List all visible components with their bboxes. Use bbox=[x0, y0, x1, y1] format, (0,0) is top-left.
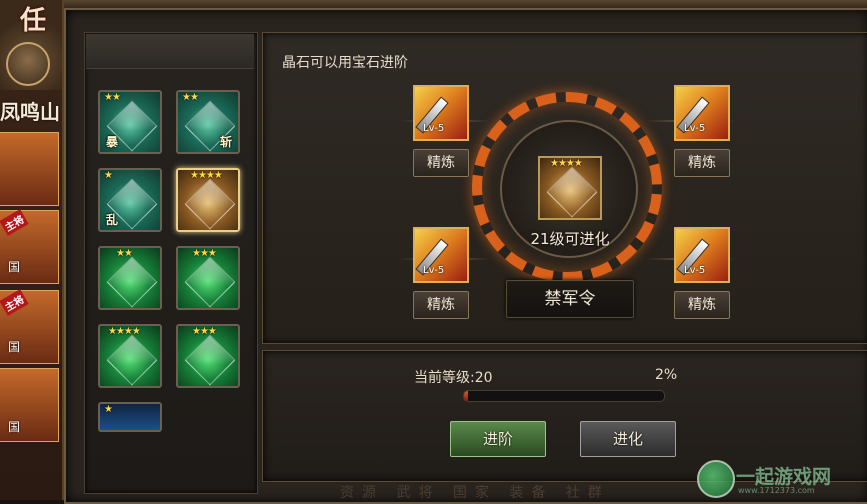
gem-slot-4[interactable]: ★★★★ bbox=[176, 168, 240, 232]
evolve-button[interactable]: 进化 bbox=[580, 421, 676, 457]
hero-card-1[interactable] bbox=[0, 132, 59, 206]
gem-stars: ★ bbox=[104, 170, 113, 181]
equip-level: Lv-5 bbox=[423, 265, 445, 276]
equip-slot-top-left[interactable]: Lv-5 bbox=[413, 85, 469, 141]
gem-slot-6[interactable]: ★★★ bbox=[176, 246, 240, 310]
progress-fill bbox=[464, 391, 468, 401]
equip-slot-top-right[interactable]: Lv-5 bbox=[674, 85, 730, 141]
gem-stars: ★★★★ bbox=[550, 158, 583, 169]
gem-icon bbox=[184, 178, 236, 230]
gem-slot-2[interactable]: ★★ 斩 bbox=[176, 90, 240, 154]
gem-slot-1[interactable]: ★★ 暴 bbox=[98, 90, 162, 154]
gem-stars: ★★★ bbox=[192, 326, 217, 337]
gem-stars: ★★★ bbox=[192, 248, 217, 259]
center-gem-slot[interactable]: ★★★★ bbox=[538, 156, 602, 220]
equip-level: Lv-5 bbox=[423, 123, 445, 134]
equip-slot-bottom-right[interactable]: Lv-5 bbox=[674, 227, 730, 283]
gem-inventory-header bbox=[86, 34, 254, 69]
refine-button-bottom-right[interactable]: 精炼 bbox=[674, 291, 730, 319]
gem-slot-3[interactable]: ★ 乱 bbox=[98, 168, 162, 232]
gem-icon bbox=[184, 334, 236, 386]
gem-type: 乱 bbox=[106, 213, 119, 227]
gem-icon bbox=[546, 166, 598, 218]
gem-icon bbox=[106, 334, 158, 386]
equip-level: Lv-5 bbox=[684, 123, 706, 134]
refine-button-top-right[interactable]: 精炼 bbox=[674, 149, 730, 177]
gem-stars: ★ bbox=[104, 404, 113, 415]
evolve-status: 21级可进化 bbox=[530, 230, 610, 248]
hero-faction-3: 国 bbox=[8, 340, 21, 354]
gem-slot-5[interactable]: ★★ bbox=[98, 246, 162, 310]
refine-button-bottom-left[interactable]: 精炼 bbox=[413, 291, 469, 319]
gem-stars: ★★★★ bbox=[108, 326, 141, 337]
location-label: 凤鸣山 bbox=[0, 100, 60, 124]
gem-stars: ★★ bbox=[104, 92, 121, 103]
gem-stars: ★★ bbox=[116, 248, 133, 259]
gem-type: 斩 bbox=[219, 135, 232, 149]
gem-slot-9[interactable]: ★ bbox=[98, 402, 162, 432]
progress-percent: 2% bbox=[655, 367, 678, 383]
hero-faction-2: 国 bbox=[8, 260, 21, 274]
task-label: 任 bbox=[20, 6, 47, 36]
gem-slot-8[interactable]: ★★★ bbox=[176, 324, 240, 388]
gem-icon bbox=[106, 256, 158, 308]
gem-name: 禁军令 bbox=[506, 280, 634, 318]
watermark-text: 一起游戏网 bbox=[736, 466, 832, 488]
upgrade-hint: 晶石可以用宝石进阶 bbox=[282, 55, 408, 71]
equip-level: Lv-5 bbox=[684, 265, 706, 276]
gem-slot-7[interactable]: ★★★★ bbox=[98, 324, 162, 388]
task-avatar[interactable] bbox=[6, 42, 50, 86]
progress-bar bbox=[463, 390, 665, 402]
equip-slot-bottom-left[interactable]: Lv-5 bbox=[413, 227, 469, 283]
current-level: 当前等级:20 bbox=[414, 370, 493, 386]
gem-stars: ★★ bbox=[182, 92, 199, 103]
background-menu-text: 资源 武将 国家 装备 社群 bbox=[340, 485, 610, 501]
refine-button-top-left[interactable]: 精炼 bbox=[413, 149, 469, 177]
gem-type: 暴 bbox=[106, 135, 119, 149]
hero-faction-4: 国 bbox=[8, 420, 21, 434]
gem-stars: ★★★★ bbox=[190, 170, 223, 181]
watermark-url: www.1712373.com bbox=[738, 486, 815, 495]
watermark-logo bbox=[697, 460, 735, 498]
advance-button[interactable]: 进阶 bbox=[450, 421, 546, 457]
gem-icon bbox=[184, 256, 236, 308]
